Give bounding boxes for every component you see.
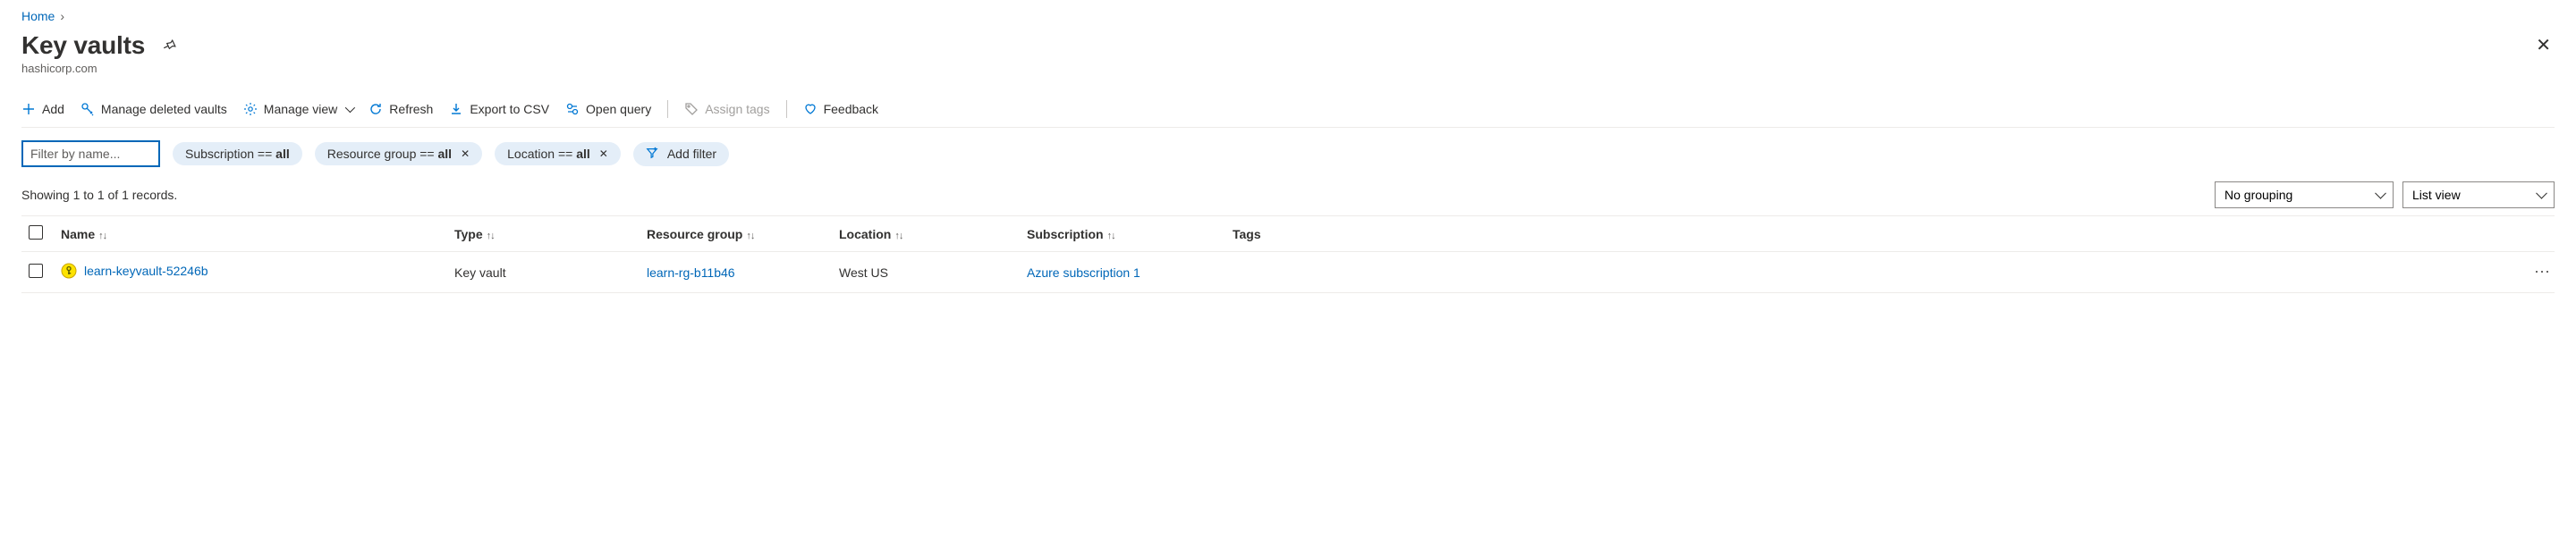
toolbar-separator: [786, 100, 787, 118]
column-header-resource-group[interactable]: Resource group↑↓: [640, 216, 832, 252]
row-type: Key vault: [447, 252, 640, 293]
row-location: West US: [832, 252, 1020, 293]
page-title: Key vaults: [21, 31, 145, 60]
export-csv-button[interactable]: Export to CSV: [449, 102, 549, 116]
filter-pill-resource-group[interactable]: Resource group == all ✕: [315, 142, 482, 165]
chevron-down-icon: [345, 103, 355, 113]
close-button[interactable]: ✕: [2532, 30, 2555, 60]
row-more-button[interactable]: ⋯: [2519, 252, 2555, 293]
pin-button[interactable]: [157, 34, 181, 57]
sort-icon: ↑↓: [487, 231, 495, 241]
manage-view-button[interactable]: Manage view: [243, 102, 353, 116]
row-subscription-link[interactable]: Azure subscription 1: [1027, 265, 1140, 280]
close-icon: ✕: [2536, 34, 2551, 56]
sort-icon: ↑↓: [894, 231, 902, 241]
grouping-select[interactable]: No grouping: [2215, 181, 2394, 208]
filter-loc-label: Location ==: [507, 147, 576, 161]
download-icon: [449, 102, 463, 116]
filter-subscription-label: Subscription ==: [185, 147, 275, 161]
command-bar: Add Manage deleted vaults Manage view Re…: [21, 88, 2555, 128]
filter-icon: [646, 147, 658, 162]
filters-row: Subscription == all Resource group == al…: [21, 128, 2555, 176]
manage-view-label: Manage view: [264, 102, 338, 116]
feedback-button[interactable]: Feedback: [803, 102, 878, 116]
tag-icon: [684, 102, 699, 116]
refresh-button[interactable]: Refresh: [369, 102, 433, 116]
refresh-icon: [369, 102, 383, 116]
export-csv-label: Export to CSV: [470, 102, 549, 116]
column-header-type[interactable]: Type↑↓: [447, 216, 640, 252]
add-button[interactable]: Add: [21, 102, 64, 116]
results-table: Name↑↓ Type↑↓ Resource group↑↓ Location↑…: [21, 215, 2555, 293]
heart-icon: [803, 102, 818, 116]
breadcrumb-home[interactable]: Home: [21, 9, 55, 23]
key-icon: [80, 102, 95, 116]
records-text: Showing 1 to 1 of 1 records.: [21, 188, 177, 202]
breadcrumb: Home ›: [21, 9, 2555, 23]
pin-icon: [161, 38, 177, 54]
plus-icon: [21, 102, 36, 116]
filter-rg-remove[interactable]: ✕: [461, 147, 470, 160]
gear-icon: [243, 102, 258, 116]
add-filter-label: Add filter: [667, 147, 716, 161]
keyvault-icon: [61, 263, 77, 279]
column-header-subscription[interactable]: Subscription↑↓: [1020, 216, 1225, 252]
page-subtitle: hashicorp.com: [21, 62, 2555, 75]
filter-pill-subscription[interactable]: Subscription == all: [173, 142, 302, 165]
view-select[interactable]: List view: [2402, 181, 2555, 208]
row-tags: [1225, 252, 2519, 293]
chevron-right-icon: ›: [60, 9, 64, 23]
filter-loc-value: all: [576, 147, 590, 161]
add-filter-button[interactable]: Add filter: [633, 142, 729, 166]
filter-loc-remove[interactable]: ✕: [599, 147, 608, 160]
table-row[interactable]: learn-keyvault-52246b Key vault learn-rg…: [21, 252, 2555, 293]
filter-subscription-value: all: [275, 147, 290, 161]
column-header-location[interactable]: Location↑↓: [832, 216, 1020, 252]
meta-row: Showing 1 to 1 of 1 records. No grouping…: [21, 176, 2555, 215]
assign-tags-button: Assign tags: [684, 102, 769, 116]
query-icon: [565, 102, 580, 116]
open-query-label: Open query: [586, 102, 651, 116]
row-name-link[interactable]: learn-keyvault-52246b: [84, 264, 208, 278]
manage-deleted-button[interactable]: Manage deleted vaults: [80, 102, 227, 116]
feedback-label: Feedback: [824, 102, 878, 116]
sort-icon: ↑↓: [1107, 231, 1115, 241]
filter-pill-location[interactable]: Location == all ✕: [495, 142, 621, 165]
refresh-label: Refresh: [389, 102, 433, 116]
sort-icon: ↑↓: [746, 231, 754, 241]
select-all-checkbox[interactable]: [29, 225, 43, 240]
filter-rg-value: all: [438, 147, 453, 161]
manage-deleted-label: Manage deleted vaults: [101, 102, 227, 116]
column-header-name[interactable]: Name↑↓: [54, 216, 447, 252]
column-header-tags[interactable]: Tags: [1225, 216, 2519, 252]
add-label: Add: [42, 102, 64, 116]
row-rg-link[interactable]: learn-rg-b11b46: [647, 265, 735, 280]
toolbar-separator: [667, 100, 668, 118]
filter-name-input[interactable]: [21, 140, 160, 167]
sort-icon: ↑↓: [98, 231, 106, 241]
title-row: Key vaults ✕: [21, 30, 2555, 60]
row-checkbox[interactable]: [29, 264, 43, 278]
filter-rg-label: Resource group ==: [327, 147, 438, 161]
open-query-button[interactable]: Open query: [565, 102, 651, 116]
assign-tags-label: Assign tags: [705, 102, 769, 116]
